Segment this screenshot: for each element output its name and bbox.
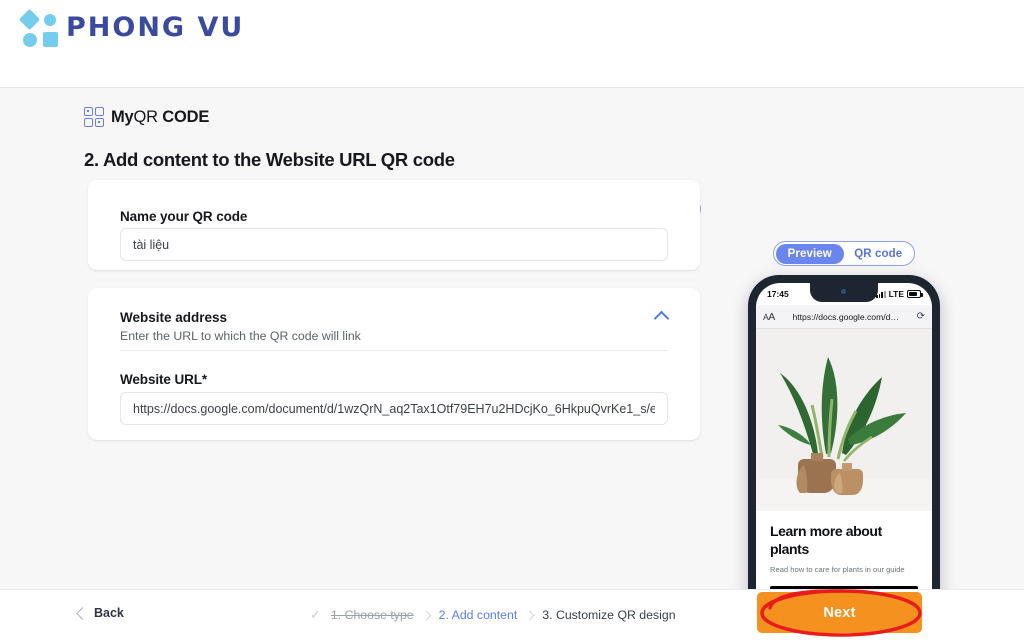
text-size-icon[interactable]: AA	[763, 311, 775, 323]
logo-dot-bottom-left	[23, 33, 37, 47]
app-title-part1: My	[111, 108, 134, 126]
website-address-subtitle: Enter the URL to which the QR code will …	[120, 329, 361, 343]
plant-illustration-icon	[756, 329, 932, 511]
tab-qr-code[interactable]: QR code	[844, 244, 913, 264]
main-content: MyQR CODE ? Help 2. Add content to the W…	[0, 89, 1024, 640]
phone-notch	[810, 283, 878, 302]
next-button[interactable]: Next	[757, 592, 922, 633]
name-card: Name your QR code	[88, 180, 700, 270]
browser-url-text[interactable]: https://docs.google.com/d…	[775, 312, 917, 322]
brand-header: PHONG VU	[0, 0, 1024, 88]
tab-preview[interactable]: Preview	[775, 243, 844, 264]
step-choose-type[interactable]: 1. Choose type	[331, 608, 414, 622]
qr-code-icon	[84, 107, 105, 128]
back-button[interactable]: Back	[76, 606, 124, 620]
chevron-up-icon[interactable]	[654, 308, 670, 324]
phone-screen: 17:45 LTE AA https://docs.google.com/d… …	[756, 283, 932, 640]
chevron-right-icon	[421, 610, 432, 620]
logo-square-bottom-right	[43, 32, 58, 47]
app-title-part3: CODE	[162, 108, 210, 126]
reload-icon[interactable]: ⟳	[917, 311, 925, 322]
preview-page-subtitle: Read how to care for plants in our guide	[770, 565, 905, 574]
preview-mode-toggle[interactable]: Preview QR code	[773, 241, 915, 266]
step-add-content[interactable]: 2. Add content	[439, 608, 518, 622]
battery-icon	[907, 290, 923, 298]
logo-dot-top-right	[44, 14, 56, 26]
card-divider	[120, 350, 668, 351]
website-address-card: Website address Enter the URL to which t…	[88, 288, 700, 440]
qr-name-input[interactable]	[120, 228, 668, 261]
status-time: 17:45	[767, 289, 789, 299]
logo-diamond-shape	[18, 8, 41, 31]
website-address-title: Website address	[120, 310, 228, 325]
back-chevron-icon	[76, 606, 89, 620]
step-breadcrumb: ✓ 1. Choose type 2. Add content 3. Custo…	[310, 607, 676, 623]
step-customize-design[interactable]: 3. Customize QR design	[542, 608, 675, 622]
page-root: PHONG VU MyQR CODE ? Help 2. Add content…	[0, 0, 1024, 640]
preview-hero-image	[756, 329, 932, 511]
network-label: LTE	[888, 289, 904, 299]
preview-page-title: Learn more about plants	[770, 523, 882, 557]
website-url-label: Website URL*	[120, 372, 208, 387]
phone-preview-mockup: 17:45 LTE AA https://docs.google.com/d… …	[748, 275, 940, 640]
chevron-right-icon	[524, 610, 535, 620]
brand-name: PHONG VU	[66, 12, 245, 43]
check-icon: ✓	[310, 607, 321, 622]
app-title-part2: QR	[133, 108, 163, 126]
page-title: 2. Add content to the Website URL QR cod…	[84, 149, 455, 170]
app-logo-row: MyQR CODE	[84, 107, 209, 128]
name-field-label: Name your QR code	[120, 209, 248, 224]
app-title: MyQR CODE	[111, 108, 209, 127]
phong-vu-logo-icon	[18, 8, 64, 50]
phone-browser-bar: AA https://docs.google.com/d… ⟳	[756, 305, 932, 329]
back-button-label: Back	[94, 606, 124, 620]
website-url-input[interactable]	[120, 392, 668, 425]
